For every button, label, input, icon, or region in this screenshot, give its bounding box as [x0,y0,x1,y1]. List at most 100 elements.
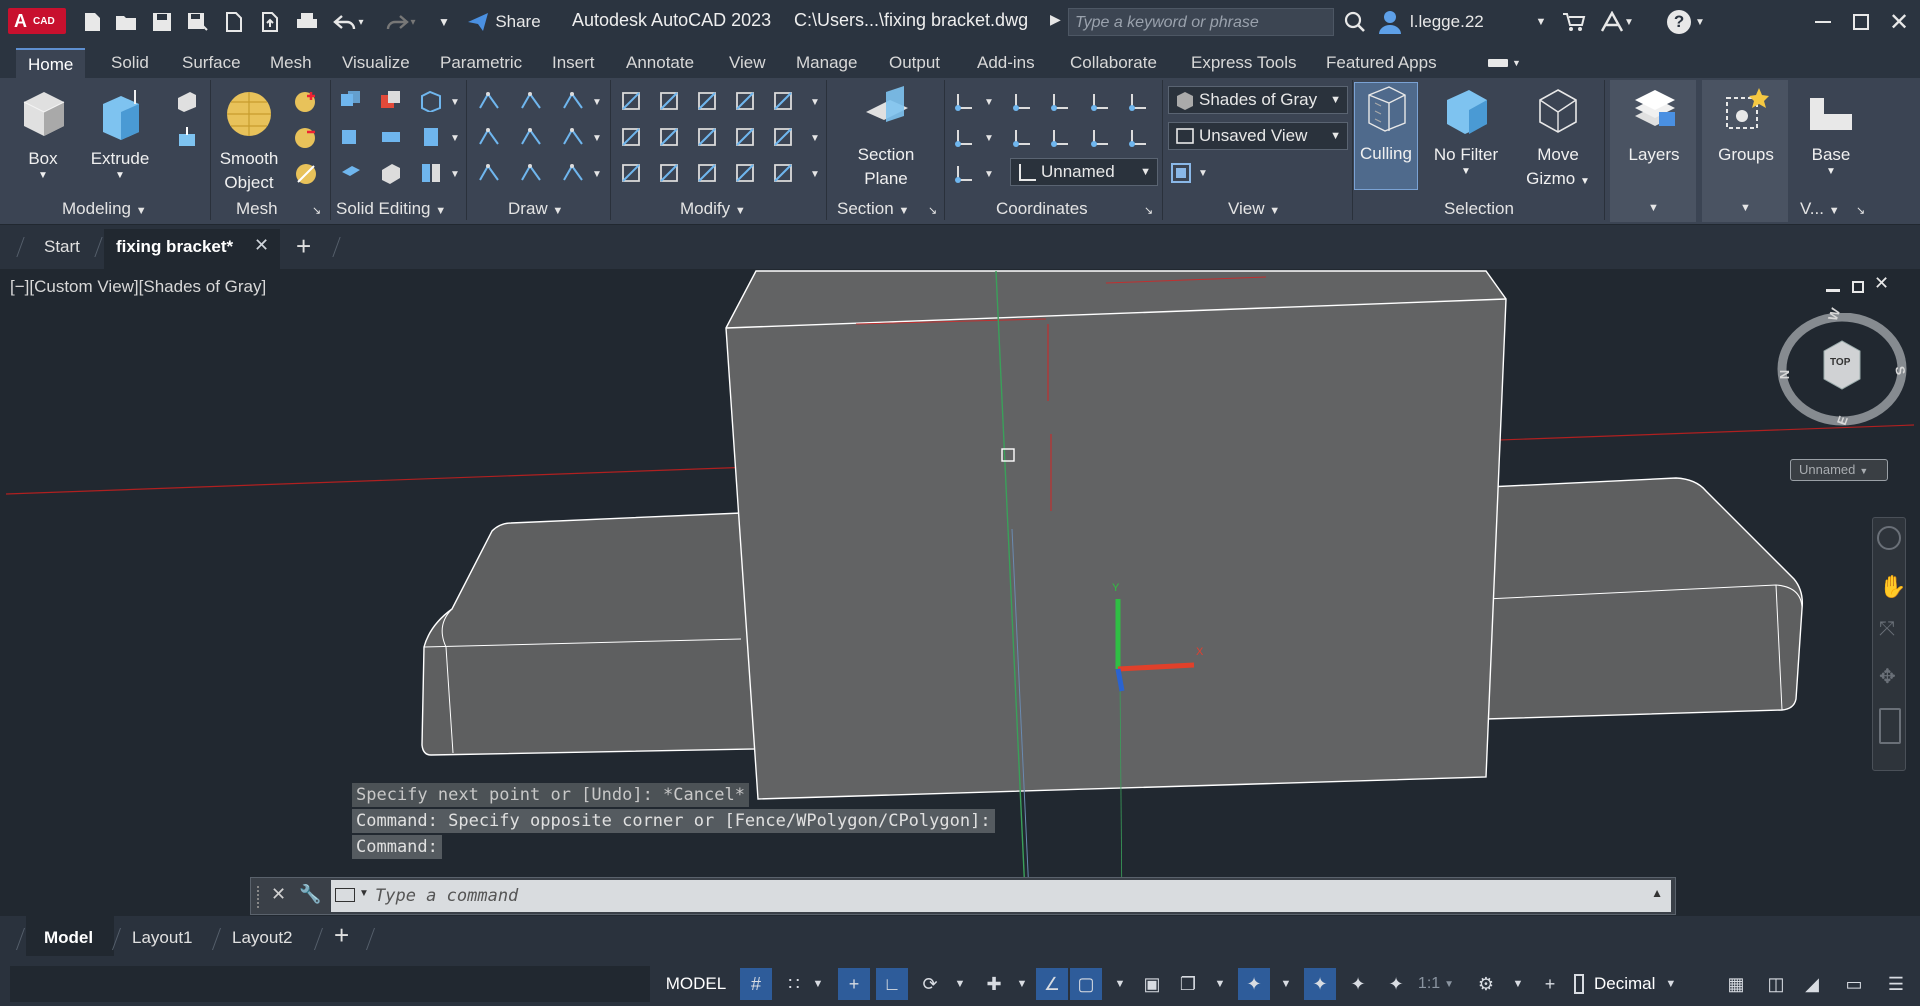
units-dropdown[interactable]: Decimal ▼ [1574,968,1706,1000]
tab-layout2[interactable]: Layout2 [232,928,293,948]
ucs-origin-icon[interactable] [954,90,976,112]
extract-dropdown-icon[interactable]: ▼ [450,128,472,150]
tab-featured-apps[interactable]: Featured Apps [1326,50,1437,76]
recent-commands-icon[interactable] [335,888,355,902]
isolate-objects-icon[interactable]: ◢ [1796,968,1828,1000]
spline-icon[interactable] [478,126,500,148]
solid-history-dropdown-icon[interactable]: ▼ [450,92,472,114]
groups-dropdown-icon[interactable]: ▼ [1740,202,1751,214]
tab-solid[interactable]: Solid [111,50,149,76]
zoom-extents-icon[interactable]: ⤧ [1879,618,1895,641]
tab-add-ins[interactable]: Add-ins [977,50,1035,76]
groups-button[interactable]: Groups [1706,86,1786,167]
ellipse-icon[interactable] [562,162,584,184]
ucs-menu[interactable]: Unnamed ▼ [1790,459,1888,481]
viewport-restore-icon[interactable] [1852,281,1864,293]
ucs-world-icon[interactable] [1050,90,1072,112]
3d-object-snap-icon[interactable]: ✦ [1238,968,1270,1000]
new-layout-icon[interactable]: + [334,920,349,951]
tab-fixing-bracket[interactable]: fixing bracket* ✕ [104,229,280,269]
save-as-icon[interactable] [186,9,210,35]
quick-properties-icon[interactable]: ▦ [1720,968,1752,1000]
save-icon[interactable] [150,9,174,35]
coordinates-panel-label[interactable]: Coordinates [996,199,1088,219]
trim-dropdown-icon[interactable]: ▼ [810,92,832,114]
tab-insert[interactable]: Insert [552,50,595,76]
command-input[interactable]: ▼ Type a command ▲ [331,880,1671,912]
ucs-z-axis-icon[interactable] [1012,126,1034,148]
search-icon[interactable] [1342,9,1368,35]
layers-button[interactable]: Layers [1614,86,1694,167]
box-button[interactable]: Box ▼ [14,88,72,181]
close-icon[interactable]: ✕ [1884,9,1914,36]
smooth-less-icon[interactable] [294,126,316,148]
tab-collaborate[interactable]: Collaborate [1070,50,1157,76]
tab-express-tools[interactable]: Express Tools [1191,50,1297,76]
osnap-dropdown-icon[interactable]: ▼ [1110,968,1130,1000]
object-snap-tracking-icon[interactable]: ∠ [1036,968,1068,1000]
tab-output[interactable]: Output [889,50,940,76]
app-logo[interactable]: A CAD [8,8,66,34]
move-icon[interactable] [696,90,718,112]
tab-mesh[interactable]: Mesh [270,50,312,76]
ucs-3point-dropdown-icon[interactable]: ▼ [984,128,1006,150]
offset-icon[interactable] [734,162,756,184]
union-icon[interactable] [340,90,362,112]
visual-style-dropdown[interactable]: Shades of Gray ▼ [1168,86,1348,114]
ucs-named-icon[interactable] [1012,90,1034,112]
redo-icon[interactable]: ▾ [382,9,418,35]
command-history-toggle-icon[interactable]: ▲ [1651,886,1663,900]
tab-visualize[interactable]: Visualize [342,50,410,76]
tab-surface[interactable]: Surface [182,50,241,76]
subtract-icon[interactable] [380,90,402,112]
ortho-icon[interactable]: ∟ [876,968,908,1000]
maximize-icon[interactable] [1846,9,1876,35]
annotation-scale-button[interactable]: 1:1 ▼ [1412,968,1460,1000]
open-from-web-icon[interactable] [222,9,246,35]
tab-start[interactable]: Start [44,237,80,257]
rectangle-icon[interactable] [520,162,542,184]
tab-annotate[interactable]: Annotate [626,50,694,76]
modify-panel-label[interactable]: Modify ▼ [680,199,746,219]
separate-dropdown-icon[interactable]: ▼ [450,164,472,186]
annotation-monitor-icon[interactable]: + [1534,968,1566,1000]
steering-wheel-icon[interactable] [1877,526,1901,550]
save-to-web-icon[interactable] [258,9,282,35]
tab-parametric[interactable]: Parametric [440,50,522,76]
new-file-icon[interactable] [80,9,104,35]
section-plane-button[interactable]: Section Plane [846,86,926,191]
no-filter-button[interactable]: No Filter ▼ [1424,86,1508,177]
command-grip[interactable] [257,886,261,908]
section-panel-label[interactable]: Section ▼ [837,199,909,219]
shell-icon[interactable] [380,162,402,184]
mesh-panel-label[interactable]: Mesh [236,199,278,219]
cart-icon[interactable] [1562,9,1586,35]
tab-view[interactable]: View [729,50,766,76]
rotate-icon[interactable] [696,126,718,148]
customize-qat-icon[interactable]: ▼ [436,9,452,35]
polar-dropdown-icon[interactable]: ▼ [950,968,970,1000]
customization-icon[interactable]: ☰ [1880,968,1912,1000]
selection-panel-label[interactable]: Selection [1444,199,1514,219]
ucs-z-icon[interactable] [954,162,976,184]
interfere-icon[interactable] [380,126,402,148]
arc-icon[interactable] [562,90,584,112]
tab-home[interactable]: Home [16,48,86,78]
view-panel-label[interactable]: View ▼ [1228,199,1280,219]
auto-scale-icon[interactable]: ✦ [1342,968,1374,1000]
grid-icon[interactable]: # [740,968,772,1000]
mesh-launcher-icon[interactable]: ↘ [312,204,321,217]
helix-icon[interactable] [520,90,542,112]
ribbon-toggle-icon[interactable]: ▼ [1488,56,1524,70]
transparency-icon[interactable]: ▣ [1136,968,1168,1000]
culling-button[interactable]: Culling [1354,82,1418,190]
trim-icon[interactable] [772,90,794,112]
ucs-face-icon[interactable] [1090,126,1112,148]
undo-icon[interactable]: ▾ [330,9,366,35]
ucs-view-icon[interactable] [1128,90,1150,112]
plot-icon[interactable] [294,9,320,35]
workspace-gear-icon[interactable]: ⚙ [1470,968,1502,1000]
snap-dropdown-icon[interactable]: ▼ [808,968,828,1000]
user-account[interactable]: l.legge.22 [1378,9,1548,35]
3d-mirror-icon[interactable] [658,162,680,184]
